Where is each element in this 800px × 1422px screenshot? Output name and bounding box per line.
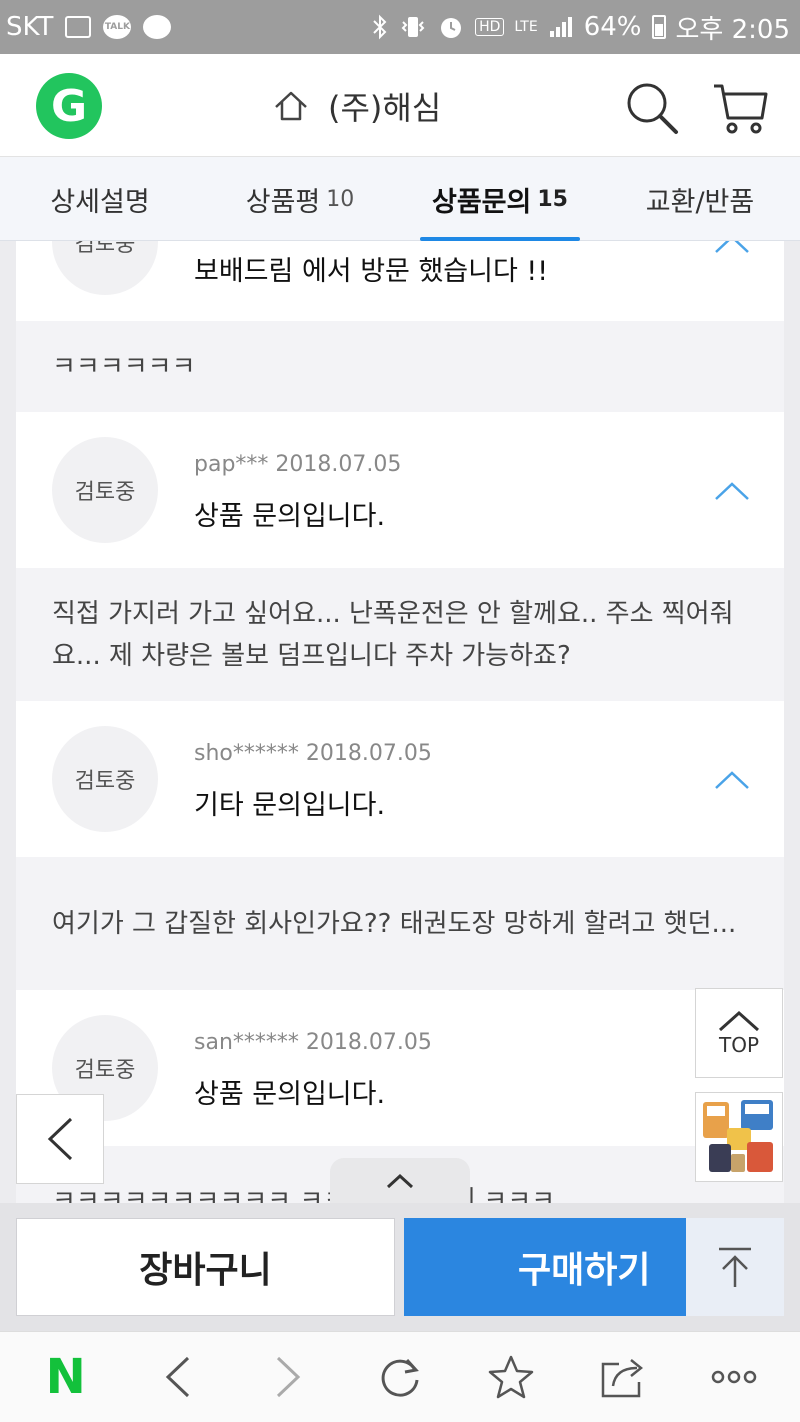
search-icon[interactable] — [624, 80, 680, 136]
signal-icon — [549, 17, 572, 37]
inquiry-title: 기타 문의입니다. — [194, 790, 386, 821]
star-icon[interactable] — [481, 1347, 541, 1407]
kakaotalk-icon: TALK — [103, 15, 132, 39]
inquiry-title: 상품 문의입니다. — [194, 501, 386, 532]
tab-exchange-return[interactable]: 교환/반품 — [600, 157, 800, 241]
share-icon[interactable] — [593, 1347, 653, 1407]
inquiry-meta: pap*** 2018.07.05 — [194, 452, 402, 477]
tab-description[interactable]: 상세설명 — [0, 157, 200, 241]
chevron-up-icon — [386, 1173, 414, 1189]
inquiry-header[interactable]: 검토중 pap*** 2018.07.05 상품 문의입니다. — [16, 412, 784, 568]
gallery-icon — [65, 16, 92, 38]
inquiry-header[interactable]: 검토중 san****** 2018.07.05 상품 문의입니다. — [16, 990, 784, 1146]
tab-inquiries[interactable]: 상품문의 15 — [416, 157, 584, 241]
chevron-up-icon[interactable] — [714, 769, 750, 791]
tab-label: 상세설명 — [50, 186, 150, 218]
lte-badge: LTE — [514, 19, 538, 35]
inquiry-body: 직접 가지러 가고 싶어요... 난폭운전은 안 할께요.. 주소 찍어줘요..… — [16, 568, 784, 701]
status-badge: 검토중 — [52, 437, 158, 543]
scroll-top-button[interactable]: TOP — [695, 988, 783, 1078]
inquiry-body-text: 여기가 그 갑질한 회사인가요?? 태권도장 망하게 할려고 햇던... — [52, 908, 737, 939]
refresh-icon[interactable] — [370, 1347, 430, 1407]
naver-logo[interactable]: N — [36, 1347, 96, 1407]
gmarket-logo[interactable]: G — [36, 73, 102, 139]
status-badge: 검토중 — [52, 726, 158, 832]
forward-icon[interactable] — [259, 1347, 319, 1407]
inquiry-body-text: 직접 가지러 가고 싶어요... 난폭운전은 안 할께요.. 주소 찍어줘요..… — [52, 598, 734, 671]
inquiry-body: ㅋㅋㅋㅋㅋㅋ — [16, 321, 784, 412]
chevron-up-icon[interactable] — [714, 241, 750, 255]
battery-icon — [651, 15, 666, 39]
arrow-up-icon — [719, 1247, 751, 1287]
tab-label: 교환/반품 — [645, 186, 755, 218]
tab-count: 10 — [326, 186, 355, 212]
store-title[interactable]: (주)해심 — [272, 84, 441, 128]
store-name: (주)해심 — [328, 89, 442, 127]
vibrate-icon — [401, 17, 425, 37]
top-label: TOP — [718, 1033, 760, 1057]
expand-handle[interactable] — [330, 1158, 470, 1208]
cart-icon[interactable] — [710, 78, 770, 138]
scroll-to-top-button[interactable] — [686, 1218, 784, 1316]
carrier-label: SKT — [6, 12, 54, 42]
hd-voice-badge: HD — [475, 18, 505, 36]
tab-reviews[interactable]: 상품평 10 — [200, 157, 400, 241]
home-icon — [275, 91, 307, 121]
inquiry-list: 검토중 보배드림 에서 방문 했습니다 !! ㅋㅋㅋㅋㅋㅋ 검토중 pap***… — [16, 241, 784, 1203]
battery-percent: 64% — [583, 12, 642, 42]
prev-button[interactable] — [16, 1094, 104, 1184]
inquiry-body: 여기가 그 갑질한 회사인가요?? 태권도장 망하게 할려고 햇던... — [16, 857, 784, 990]
talk-badge: TALK — [104, 22, 130, 32]
inquiry-meta: sho****** 2018.07.05 — [194, 741, 432, 766]
chevron-up-icon — [718, 1010, 760, 1032]
inquiry-meta: san****** 2018.07.05 — [194, 1030, 432, 1055]
chevron-left-icon — [47, 1117, 73, 1161]
product-tabs: 상세설명 상품평 10 상품문의 15 교환/반품 — [0, 157, 800, 241]
inquiry-title: 보배드림 에서 방문 했습니다 !! — [194, 256, 549, 287]
back-icon[interactable] — [147, 1347, 207, 1407]
tab-label: 상품문의 — [432, 186, 532, 218]
app-header: G (주)해심 — [0, 54, 800, 157]
clock: 오후 2:05 — [675, 14, 791, 45]
browser-toolbar: N — [0, 1331, 800, 1422]
tab-count: 15 — [537, 186, 568, 212]
more-icon[interactable] — [704, 1347, 764, 1407]
purchase-bar: 장바구니 구매하기 — [0, 1203, 800, 1331]
product-image — [703, 1100, 773, 1172]
inquiry-body-text: ㅋㅋㅋㅋㅋㅋㅋㅋㅋㅋ ㅋㅋㅋ 망카페에 ㅋㅋㅋ — [52, 1186, 556, 1203]
tab-label: 상품평 — [245, 186, 321, 218]
inquiry-body-text: ㅋㅋㅋㅋㅋㅋ — [52, 351, 196, 382]
bean-icon — [143, 15, 172, 39]
inquiry-header[interactable]: 검토중 보배드림 에서 방문 했습니다 !! — [16, 241, 784, 321]
status-bar: SKT TALK HD LTE 64% 오후 2:05 — [0, 0, 800, 54]
alarm-icon — [441, 18, 462, 38]
recent-product-thumbnail[interactable] — [695, 1092, 783, 1182]
add-to-cart-button[interactable]: 장바구니 — [16, 1218, 395, 1316]
bluetooth-icon — [373, 14, 387, 40]
inquiry-title: 상품 문의입니다. — [194, 1079, 386, 1110]
chevron-up-icon[interactable] — [714, 480, 750, 502]
status-badge: 검토중 — [52, 241, 158, 295]
inquiry-header[interactable]: 검토중 sho****** 2018.07.05 기타 문의입니다. — [16, 701, 784, 857]
buy-label: 구매하기 — [518, 1250, 651, 1291]
